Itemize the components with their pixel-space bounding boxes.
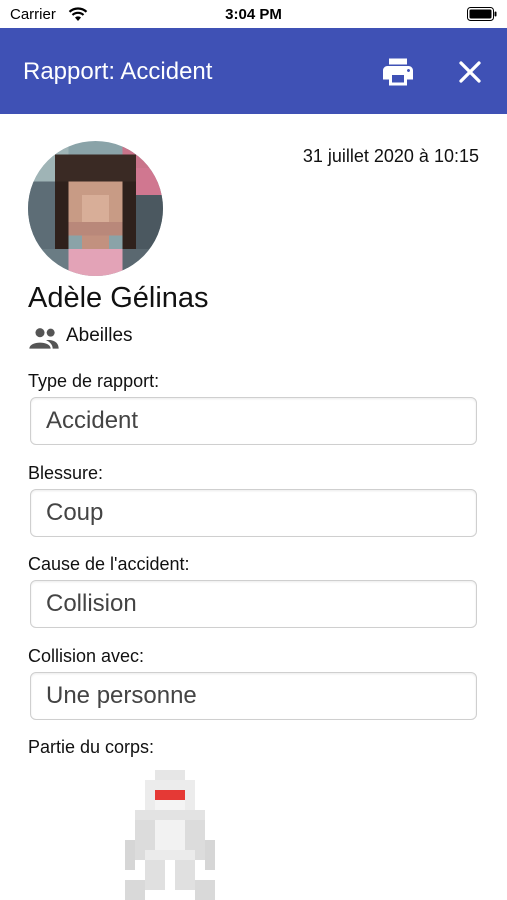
collision-with-value: Une personne bbox=[46, 682, 197, 709]
avatar bbox=[28, 141, 163, 276]
collision-with-field[interactable]: Une personne bbox=[30, 672, 477, 720]
body-part-label: Partie du corps: bbox=[28, 737, 155, 757]
injury-value: Coup bbox=[46, 499, 104, 526]
report-type-field[interactable]: Accident bbox=[30, 397, 477, 445]
close-icon bbox=[459, 61, 481, 83]
person-name: Adèle Gélinas bbox=[28, 282, 209, 314]
injury-field[interactable]: Coup bbox=[30, 489, 477, 537]
report-type-label: Type de rapport: bbox=[28, 371, 160, 391]
report-type-value: Accident bbox=[46, 407, 139, 434]
accident-cause-field[interactable]: Collision bbox=[30, 580, 477, 628]
accident-cause-label: Cause de l'accident: bbox=[28, 554, 190, 574]
body-figure[interactable] bbox=[115, 770, 225, 900]
status-bar: Carrier 3:04 PM bbox=[0, 0, 507, 28]
collision-with-label: Collision avec: bbox=[28, 646, 145, 666]
print-button[interactable] bbox=[380, 54, 416, 90]
close-button[interactable] bbox=[452, 54, 488, 90]
group-icon bbox=[28, 327, 60, 354]
battery-icon bbox=[467, 7, 497, 26]
accident-cause-value: Collision bbox=[46, 590, 137, 617]
status-time: 3:04 PM bbox=[225, 6, 282, 23]
injury-label: Blessure: bbox=[28, 463, 104, 483]
report-date: 31 juillet 2020 à 10:15 bbox=[302, 146, 479, 166]
page-title: Rapport: Accident bbox=[23, 58, 213, 85]
printer-icon bbox=[383, 58, 413, 86]
group-label: Abeilles bbox=[66, 325, 133, 346]
app-bar: Rapport: Accident bbox=[0, 28, 507, 114]
